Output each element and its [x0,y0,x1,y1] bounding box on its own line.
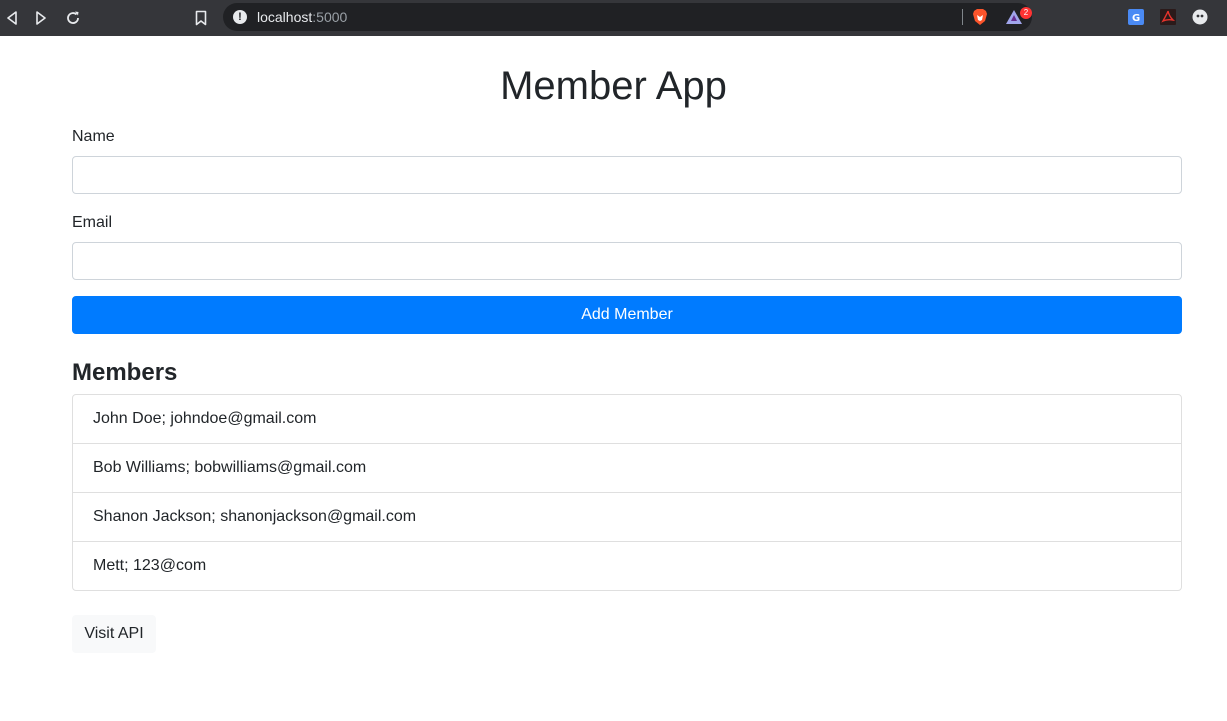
url-host: localhost [257,9,313,25]
email-input[interactable] [72,242,1182,280]
members-list: John Doe; johndoe@gmail.com Bob Williams… [72,394,1182,591]
back-icon[interactable] [0,6,24,30]
name-input[interactable] [72,156,1182,194]
browser-toolbar: ! localhost:5000 2 G [0,0,1227,36]
svg-text:G: G [1132,13,1140,24]
reload-icon[interactable] [61,6,85,30]
pdf-extension-icon[interactable] [1159,8,1177,26]
list-item: John Doe; johndoe@gmail.com [93,410,317,427]
forward-icon[interactable] [29,6,53,30]
list-item: Shanon Jackson; shanonjackson@gmail.com [73,492,1181,541]
page-title: Member App [500,64,727,108]
translate-extension-icon[interactable]: G [1127,8,1145,26]
profile-extension-icon[interactable] [1191,8,1209,26]
info-icon[interactable]: ! [233,10,247,24]
rewards-badge: 2 [1020,7,1032,19]
url-port: :5000 [312,9,348,25]
list-item: Bob Williams; bobwilliams@gmail.com [73,443,1181,492]
visit-api-button[interactable]: Visit API [72,615,156,653]
brave-shield-icon[interactable] [972,8,988,26]
address-divider [962,9,963,25]
url-text[interactable]: localhost:5000 [257,9,347,25]
bookmark-icon[interactable] [189,6,213,30]
members-heading: Members [72,359,178,386]
address-bar[interactable]: ! localhost:5000 2 [223,3,1032,31]
list-item: Mett; 123@com [73,541,1181,590]
name-label: Name [72,128,115,145]
email-label: Email [72,214,113,231]
add-member-button[interactable]: Add Member [72,296,1182,334]
